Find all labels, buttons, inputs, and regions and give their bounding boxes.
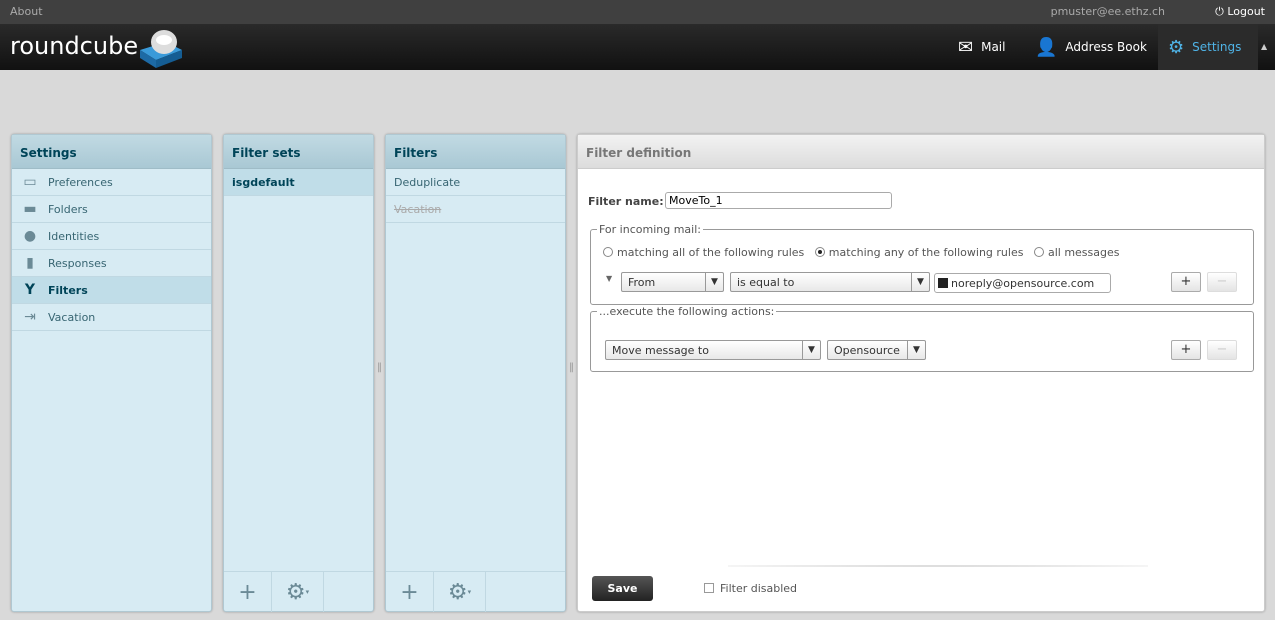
plus-icon: + <box>400 579 419 605</box>
filter-name-input[interactable] <box>665 192 892 209</box>
action-type-select[interactable]: Move message to ▼ <box>605 340 821 360</box>
about-link[interactable]: About <box>10 5 43 18</box>
divider <box>728 565 1148 567</box>
sidebar-item-identities[interactable]: ● Identities <box>12 223 211 250</box>
settings-title: Settings <box>12 135 211 169</box>
action-folder-select[interactable]: Opensource ▼ <box>827 340 926 360</box>
exit-icon: ⇥ <box>24 309 36 325</box>
logo: roundcube <box>10 32 139 60</box>
filter-set-item[interactable]: isgdefault <box>224 169 373 196</box>
gear-icon: ⚙ <box>285 579 306 605</box>
filter-item-deduplicate[interactable]: Deduplicate <box>386 169 565 196</box>
add-rule-button[interactable]: + <box>1171 272 1201 292</box>
sidebar-item-preferences[interactable]: ▭ Preferences <box>12 169 211 196</box>
list-edit-icon <box>938 278 948 288</box>
filter-definition-panel: Filter definition Filter name: For incom… <box>577 134 1265 612</box>
filter-actions-button[interactable]: ⚙ ▾ <box>434 572 486 612</box>
nav-settings[interactable]: ⚙ Settings <box>1158 24 1258 70</box>
logo-cube-icon <box>140 30 182 68</box>
dropdown-arrow-icon: ▼ <box>705 273 723 291</box>
nav-address-book[interactable]: 👤 Address Book <box>1025 24 1157 70</box>
sidebar-item-vacation[interactable]: ⇥ Vacation <box>12 304 211 331</box>
gear-icon: ⚙ <box>1168 36 1185 58</box>
dropdown-arrow-icon: ▼ <box>907 341 925 359</box>
filter-set-actions-button[interactable]: ⚙ ▾ <box>272 572 324 612</box>
top-bar: About pmuster@ee.ethz.ch ⏻ Logout <box>0 0 1275 24</box>
splitter-handle[interactable]: ‖ <box>569 362 574 380</box>
remove-rule-button[interactable]: − <box>1207 272 1237 292</box>
incoming-mail-legend: For incoming mail: <box>599 223 701 236</box>
remove-action-button[interactable]: − <box>1207 340 1237 360</box>
match-options: matching all of the following rules matc… <box>603 246 1120 259</box>
person-icon: ● <box>23 228 37 244</box>
power-icon: ⏻ <box>1215 5 1224 18</box>
splitter-handle[interactable]: ‖ <box>377 362 382 380</box>
add-action-button[interactable]: + <box>1171 340 1201 360</box>
sidebar-item-filters[interactable]: Y Filters <box>12 277 211 304</box>
filter-disabled-checkbox[interactable]: Filter disabled <box>704 582 797 595</box>
all-messages-radio[interactable]: all messages <box>1033 246 1120 259</box>
save-button[interactable]: Save <box>592 576 653 601</box>
header: roundcube ✉ Mail 👤 Address Book ⚙ Settings … <box>0 24 1275 70</box>
add-filter-button[interactable]: + <box>386 572 434 612</box>
rule-value-input[interactable]: noreply@opensource.com <box>934 273 1111 293</box>
match-all-radio[interactable]: matching all of the following rules <box>603 246 804 259</box>
add-filter-set-button[interactable]: + <box>224 572 272 612</box>
document-icon: ▮ <box>26 255 34 271</box>
nav-mail[interactable]: ✉ Mail <box>948 24 1015 70</box>
filter-name-label: Filter name: <box>588 195 664 208</box>
folder-icon: ▬ <box>23 201 37 217</box>
filter-sets-panel: Filter sets isgdefault + ⚙ ▾ <box>223 134 374 612</box>
filter-definition-title: Filter definition <box>578 135 1264 169</box>
dropdown-arrow-icon: ▼ <box>911 273 929 291</box>
incoming-mail-fieldset: For incoming mail: matching all of the f… <box>590 223 1254 305</box>
monitor-icon: ▭ <box>23 174 37 190</box>
collapse-arrow-icon[interactable]: ▲ <box>1261 42 1267 51</box>
sidebar-item-responses[interactable]: ▮ Responses <box>12 250 211 277</box>
sidebar-item-folders[interactable]: ▬ Folders <box>12 196 211 223</box>
actions-legend: ...execute the following actions: <box>599 305 775 318</box>
username: pmuster@ee.ethz.ch <box>1050 5 1165 18</box>
envelope-icon: ✉ <box>958 36 974 58</box>
settings-panel: Settings ▭ Preferences ▬ Folders ● Identiti… <box>11 134 212 612</box>
filter-item-vacation[interactable]: Vacation <box>386 196 565 223</box>
rule-operator-select[interactable]: is equal to ▼ <box>730 272 930 292</box>
filter-icon: Y <box>24 282 36 298</box>
filter-sets-title: Filter sets <box>224 135 373 169</box>
person-icon: 👤 <box>1035 36 1058 58</box>
actions-fieldset: ...execute the following actions: Move m… <box>590 305 1254 372</box>
filters-panel: Filters Deduplicate Vacation + ⚙ ▾ <box>385 134 566 612</box>
rule-header-select[interactable]: From ▼ <box>621 272 724 292</box>
dropdown-arrow-icon: ▼ <box>802 341 820 359</box>
match-any-radio[interactable]: matching any of the following rules <box>814 246 1023 259</box>
plus-icon: + <box>238 579 257 605</box>
logout-button[interactable]: ⏻ Logout <box>1215 5 1265 19</box>
gear-icon: ⚙ <box>447 579 468 605</box>
filters-title: Filters <box>386 135 565 169</box>
expand-rule-icon[interactable]: ▼ <box>606 274 612 283</box>
